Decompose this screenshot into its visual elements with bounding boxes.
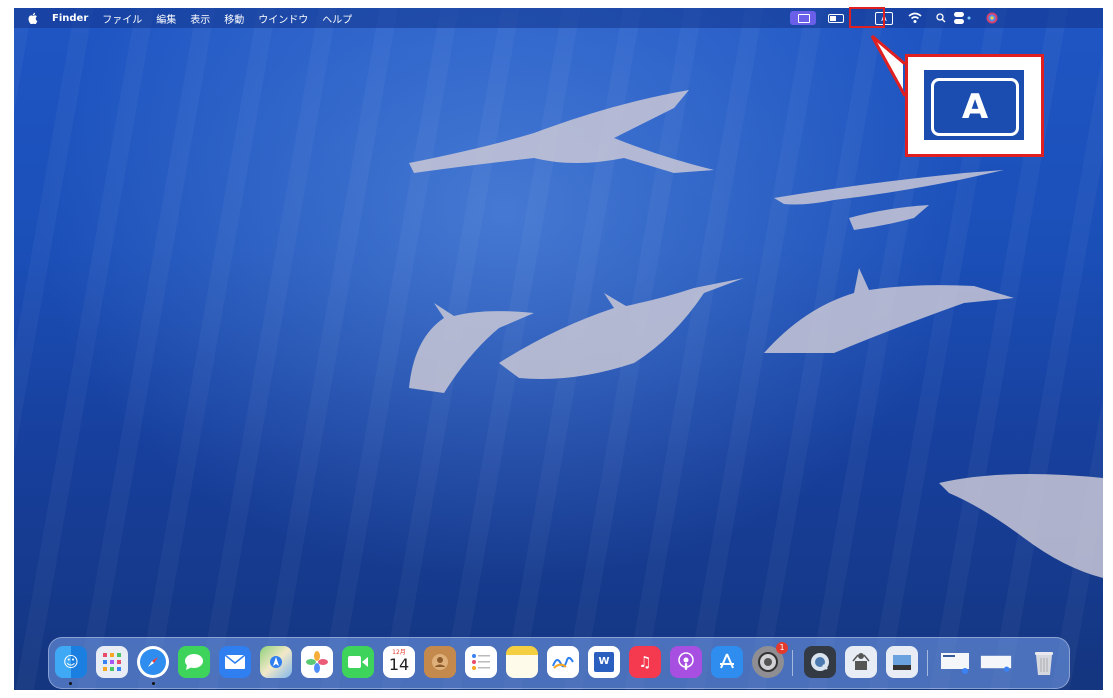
maps-icon[interactable] [260,646,292,678]
system-settings-icon[interactable]: 1 [752,642,788,678]
document-stack-icon[interactable] [939,646,971,678]
notification-badge: 1 [776,642,788,654]
finder-icon[interactable]: ☺ [55,646,87,678]
facetime-icon[interactable] [342,646,374,678]
calendar-icon[interactable]: 12月 14 [383,646,415,678]
mail-icon[interactable] [219,646,251,678]
contacts-icon[interactable] [424,646,456,678]
safari-icon[interactable] [137,646,169,678]
preview-icon[interactable] [886,646,918,678]
input-source-zoomed-icon: A [931,78,1019,136]
dock-separator [792,650,793,676]
freeform-icon[interactable] [547,646,579,678]
trash-icon[interactable] [1028,646,1060,678]
dock: ☺ 12月 14 W ♫ 1 [48,637,1070,689]
music-icon[interactable]: ♫ [629,646,661,678]
quicktime-icon[interactable] [804,646,836,678]
podcasts-icon[interactable] [670,646,702,678]
image-capture-icon[interactable] [845,646,877,678]
app-store-icon[interactable] [711,646,743,678]
word-icon[interactable]: W [588,646,620,678]
messages-icon[interactable] [178,646,210,678]
calendar-day: 14 [388,655,410,674]
running-indicator [152,682,155,685]
callout-zoom-area: A [924,70,1024,140]
zoom-callout: A [905,54,1044,157]
running-indicator [69,682,72,685]
photos-icon[interactable] [301,646,333,678]
launchpad-icon[interactable] [96,646,128,678]
reminders-icon[interactable] [465,646,497,678]
dock-separator [927,650,928,676]
notes-icon[interactable] [506,646,538,678]
downloads-stack-icon[interactable] [980,646,1012,678]
